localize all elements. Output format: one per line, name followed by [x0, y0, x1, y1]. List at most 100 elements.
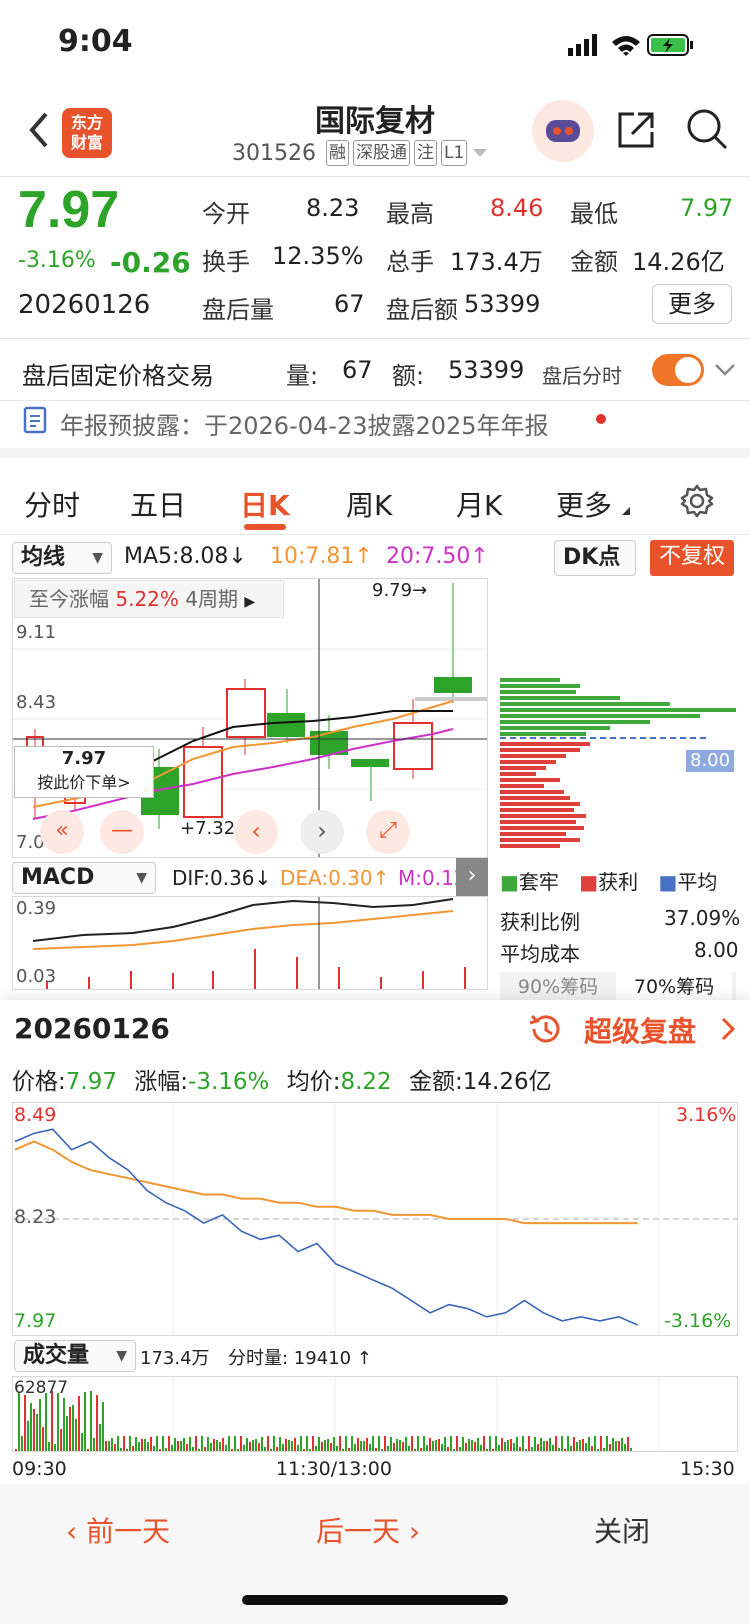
ma-select[interactable]: 均线 ▼	[12, 542, 112, 574]
volume-bar	[486, 1449, 488, 1451]
range-gain-box[interactable]: 至今涨幅 5.22% 4周期 ▶	[14, 580, 284, 618]
chip-tab-70[interactable]: 70%筹码	[616, 972, 732, 1002]
share-icon[interactable]	[614, 108, 658, 156]
volume-bar	[390, 1437, 392, 1451]
volume-select[interactable]: 成交量 ▼	[14, 1340, 136, 1372]
volume-bar	[408, 1446, 410, 1451]
high-value: 8.46	[490, 194, 544, 222]
volume-bar	[501, 1438, 503, 1451]
status-time: 9:04	[58, 24, 133, 59]
cursor-price-tag[interactable]: 7.97 按此价下单>	[14, 746, 154, 798]
volume-bar	[207, 1437, 209, 1451]
low-marker: +7.32	[180, 818, 236, 839]
volume-bar	[150, 1437, 152, 1451]
price-line	[14, 1128, 638, 1326]
tab-daily-k[interactable]: 日K	[240, 484, 290, 524]
notice-text[interactable]: 年报预披露：于2026-04-23披露2025年年报	[60, 406, 549, 441]
volume-bar	[558, 1448, 560, 1451]
legend-profit: 获利	[598, 870, 639, 894]
volume-bar	[570, 1446, 572, 1451]
volume-bar	[147, 1442, 149, 1451]
volume-bar	[132, 1446, 134, 1451]
volume-bar	[315, 1446, 317, 1451]
volume-chart	[12, 1376, 738, 1452]
close-button[interactable]: 关闭	[594, 1510, 650, 1550]
super-replay-arrow-icon[interactable]	[720, 1016, 736, 1042]
volume-bar	[123, 1436, 125, 1451]
replay-chg-label: 涨幅:	[134, 1069, 189, 1095]
active-tab-indicator	[244, 524, 286, 530]
fullscreen-icon[interactable]: ⤢	[366, 810, 410, 854]
history-icon[interactable]	[526, 1010, 564, 1052]
volume-bar	[225, 1445, 227, 1451]
search-icon[interactable]	[684, 106, 730, 156]
volume-bar	[192, 1447, 194, 1451]
volume-bar	[606, 1436, 608, 1451]
volume-bar	[330, 1443, 332, 1451]
volume-bar	[120, 1448, 122, 1451]
scroll-left-icon[interactable]: «	[40, 810, 84, 854]
volume-bar	[18, 1392, 20, 1451]
volume-bar	[228, 1436, 230, 1451]
volume-bar	[261, 1437, 263, 1451]
volume-bar	[483, 1436, 485, 1451]
volume-bar	[81, 1433, 83, 1451]
volume-bar	[252, 1440, 254, 1451]
volume-bar	[51, 1391, 53, 1451]
more-button[interactable]: 更多	[652, 284, 732, 324]
tab-intraday[interactable]: 分时	[24, 484, 80, 524]
volume-bar	[495, 1436, 497, 1451]
assistant-avatar[interactable]	[532, 100, 594, 162]
next-day-button[interactable]: 后一天 ›	[316, 1510, 420, 1550]
volume-bar	[438, 1439, 440, 1451]
volume-bar	[432, 1441, 434, 1451]
zoom-out-icon[interactable]: —	[100, 810, 144, 854]
volume-bar	[114, 1444, 116, 1451]
tab-monthly-k[interactable]: 月K	[456, 484, 502, 524]
volume-bar	[600, 1436, 602, 1451]
super-replay-link[interactable]: 超级复盘	[584, 1010, 696, 1050]
volume-bar	[426, 1445, 428, 1451]
volume-bar	[195, 1436, 197, 1451]
intraday-y-top: 8.49	[14, 1104, 57, 1126]
dropdown-icon[interactable]	[471, 147, 489, 159]
volume-bar	[231, 1449, 233, 1451]
intraday-chart[interactable]	[12, 1102, 738, 1336]
step-left-icon[interactable]: ‹	[234, 810, 278, 854]
macd-select[interactable]: MACD ▼	[12, 862, 156, 894]
volume-bar	[156, 1436, 158, 1451]
volume-bar	[444, 1437, 446, 1451]
chip-tab-90[interactable]: 90%筹码	[500, 972, 616, 1002]
volume-bar	[387, 1446, 389, 1451]
tag-connect: 深股通	[352, 140, 410, 166]
range-arrow-icon: ▶	[244, 594, 256, 610]
adjust-button[interactable]: 不复权	[650, 540, 734, 576]
high-label: 最高	[386, 200, 434, 228]
volume-bar	[627, 1437, 629, 1451]
tab-five-day[interactable]: 五日	[130, 484, 186, 524]
open-label: 今开	[202, 200, 250, 228]
after-hours-toggle[interactable]	[652, 354, 704, 386]
tab-more[interactable]: 更多	[556, 484, 612, 524]
volume-minute: 分时量: 19410 ↑	[228, 1348, 372, 1369]
volume-total: 173.4万	[140, 1348, 210, 1369]
settings-icon[interactable]	[680, 484, 714, 522]
notice-dot	[596, 414, 606, 424]
chevron-down-icon[interactable]	[714, 362, 736, 378]
step-right-icon[interactable]: ›	[300, 810, 344, 854]
dk-button[interactable]: DK点	[554, 540, 636, 576]
volume-bar	[513, 1443, 515, 1451]
price-tick-1: 9.11	[16, 622, 57, 643]
macd-expand-icon[interactable]: ›	[456, 858, 488, 896]
time-end: 15:30	[680, 1458, 735, 1480]
volume-bar	[375, 1448, 377, 1451]
avg-cost-value: 8.00	[694, 938, 739, 962]
next-arrow-icon: ›	[400, 1515, 421, 1548]
macd-tick-1: 0.39	[16, 898, 57, 919]
tab-weekly-k[interactable]: 周K	[346, 484, 392, 524]
volume-bar	[66, 1416, 68, 1451]
volume-bar	[264, 1447, 266, 1451]
prev-day-button[interactable]: ‹ 前一天	[66, 1510, 170, 1550]
chip-distribution[interactable]	[496, 578, 736, 858]
volume-bar	[213, 1439, 215, 1451]
